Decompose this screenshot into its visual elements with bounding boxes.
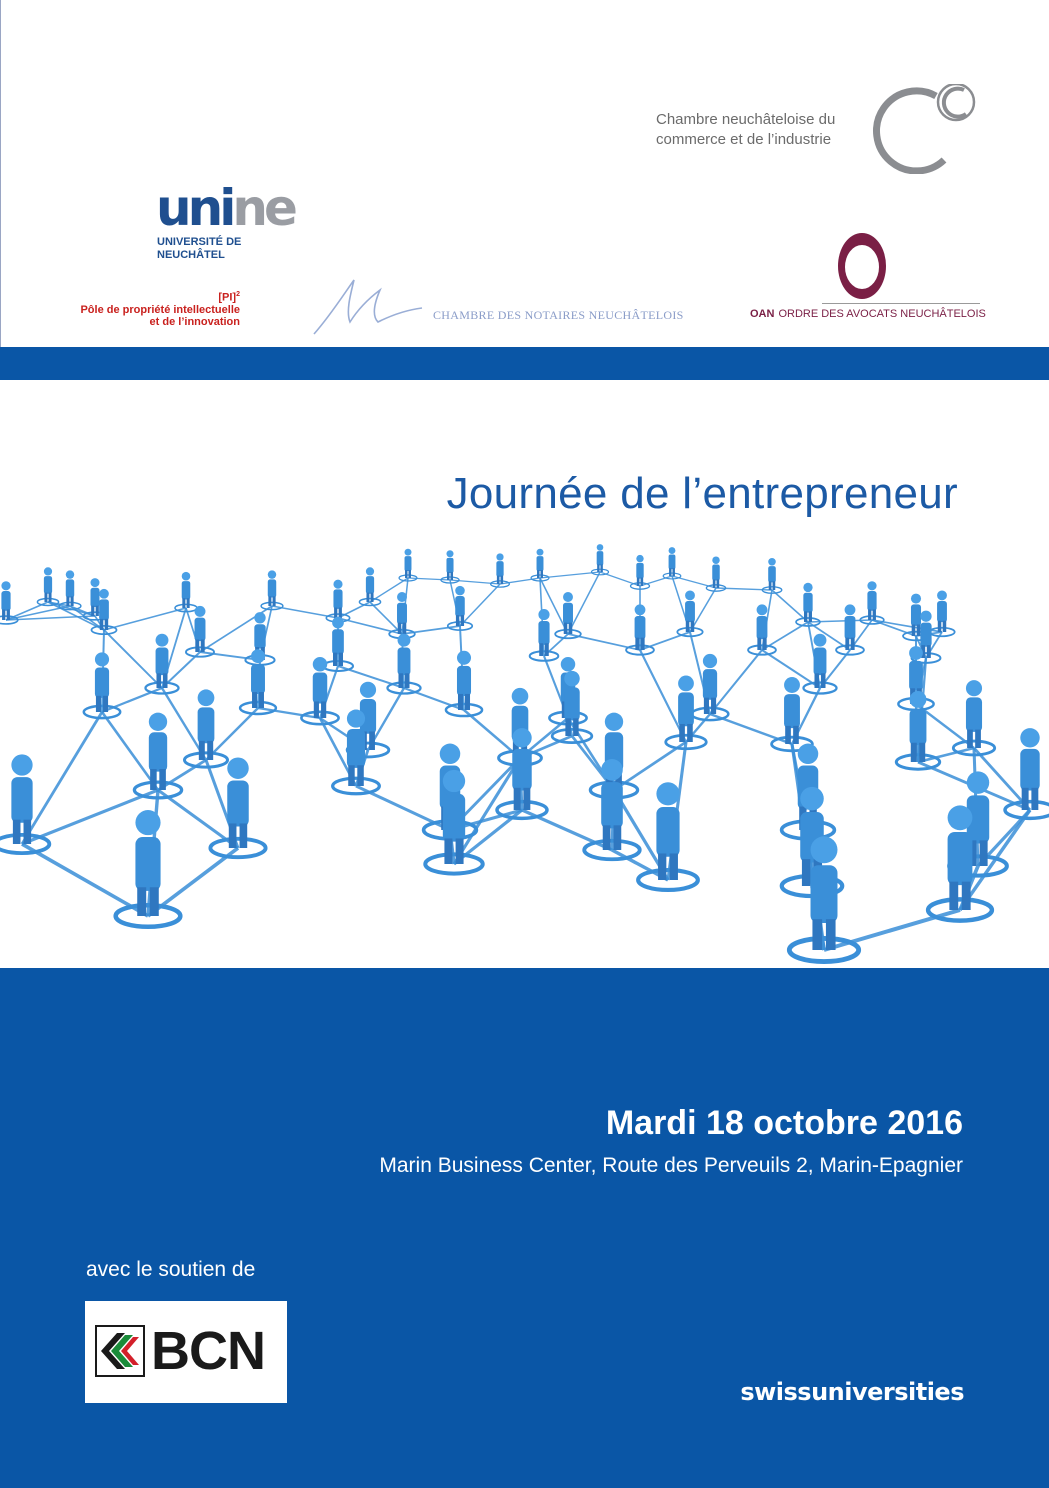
person-figure-icon [0, 754, 52, 856]
swissuniversities-logo: swissuniversities [740, 1378, 964, 1406]
bcn-text: BCN [151, 1321, 266, 1381]
network-link [103, 629, 163, 689]
person-figure-icon [36, 567, 60, 607]
left-edge-line [0, 0, 1, 380]
event-date: Mardi 18 octobre 2016 [605, 1104, 963, 1142]
person-figure-icon [440, 550, 460, 584]
network-link [709, 649, 763, 715]
unine-line-2: NEUCHÂTEL [157, 249, 225, 261]
page-title: Journée de l’entrepreneur [446, 469, 958, 519]
cnci-logo: Chambre neuchâteloise du commerce et de … [656, 84, 976, 174]
person-figure-icon [490, 553, 510, 588]
notaires-logo: CHAMBRE DES NOTAIRES NEUCHÂTELOIS [310, 276, 710, 336]
notaires-m-mark-icon [313, 279, 423, 335]
person-figure-icon [530, 548, 550, 582]
unine-subtitle: UNIVERSITÉ DE NEUCHÂTEL [157, 236, 241, 262]
network-link [567, 571, 601, 635]
pi-line-1: Pôle de propriété intellectuelle [80, 303, 240, 316]
person-figure-icon [951, 680, 997, 757]
person-figure-icon [174, 571, 198, 613]
unine-word-part-1: uni [156, 179, 236, 237]
person-figure-icon [208, 757, 268, 860]
person-figure-icon [398, 548, 418, 582]
person-figure-icon [58, 570, 82, 611]
cnci-logo-text: Chambre neuchâteloise du commerce et de … [656, 110, 835, 150]
person-figure-icon [629, 554, 651, 590]
person-figure-icon [132, 712, 184, 800]
footer-panel: Mardi 18 octobre 2016 Marin Business Cen… [0, 968, 1049, 1488]
flyer-page: Chambre neuchâteloise du commerce et de … [0, 0, 1049, 1488]
bcn-logo: BCN [85, 1301, 287, 1403]
bcn-chevron-icon [95, 1325, 145, 1377]
oan-logo: OAN ORDRE DES AVOCATS NEUCHÂTELOIS [750, 230, 986, 326]
oan-logo-text: OAN ORDRE DES AVOCATS NEUCHÂTELOIS [750, 308, 986, 320]
network-link [337, 601, 371, 619]
pi-badge: [PI]2 [60, 289, 240, 304]
person-figure-icon [260, 570, 284, 611]
network-link [20, 711, 104, 845]
person-figure-icon [676, 590, 704, 638]
person-figure-icon [358, 567, 382, 607]
pi-badge-text: [PI] [218, 291, 237, 304]
network-link [639, 575, 673, 587]
person-figure-icon [662, 547, 682, 580]
oan-name: ORDRE DES AVOCATS NEUCHÂTELOIS [778, 308, 986, 320]
oan-ring-icon [838, 233, 886, 299]
oan-abbr: OAN [750, 308, 775, 320]
person-figure-icon [761, 558, 783, 594]
cnci-line-1: Chambre neuchâteloise du [656, 111, 836, 128]
pi-line-2: et de l’innovation [149, 315, 240, 328]
unine-word-part-2: ne [232, 179, 297, 237]
notaires-logo-text: CHAMBRE DES NOTAIRES NEUCHÂTELOIS [433, 308, 684, 322]
person-figure-icon [325, 579, 351, 623]
unine-logo: unine UNIVERSITÉ DE NEUCHÂTEL [156, 179, 306, 278]
person-figure-icon [795, 582, 821, 627]
pi-logo: [PI]2 Pôle de propriété intellectuelle e… [60, 289, 240, 328]
person-figure-icon [182, 689, 230, 769]
cnci-line-2: commerce et de l’industrie [656, 131, 832, 148]
oan-divider [822, 303, 980, 304]
person-figure-icon [0, 581, 19, 625]
unine-line-1: UNIVERSITÉ DE [157, 236, 242, 248]
network-link [459, 583, 501, 627]
people-network-illustration [0, 544, 1049, 964]
person-figure-icon [928, 590, 956, 638]
person-figure-icon [590, 544, 610, 576]
cnci-c-mark-icon [873, 84, 976, 174]
network-link [871, 619, 917, 637]
network-link [771, 589, 809, 623]
person-figure-icon [1003, 728, 1049, 821]
header-blue-bar [0, 347, 1049, 380]
network-link [103, 607, 187, 631]
person-figure-icon [859, 581, 885, 625]
person-figure-icon [300, 656, 340, 726]
unine-wordmark: unine [156, 178, 298, 238]
support-label: avec le soutien de [86, 1258, 256, 1281]
person-figure-icon [144, 633, 180, 695]
event-location: Marin Business Center, Route des Perveui… [379, 1154, 963, 1177]
person-figure-icon [835, 604, 865, 656]
person-figure-icon [184, 605, 216, 658]
person-figure-icon [705, 556, 727, 592]
network-link [403, 686, 465, 712]
pi-badge-sup: 2 [236, 291, 240, 298]
